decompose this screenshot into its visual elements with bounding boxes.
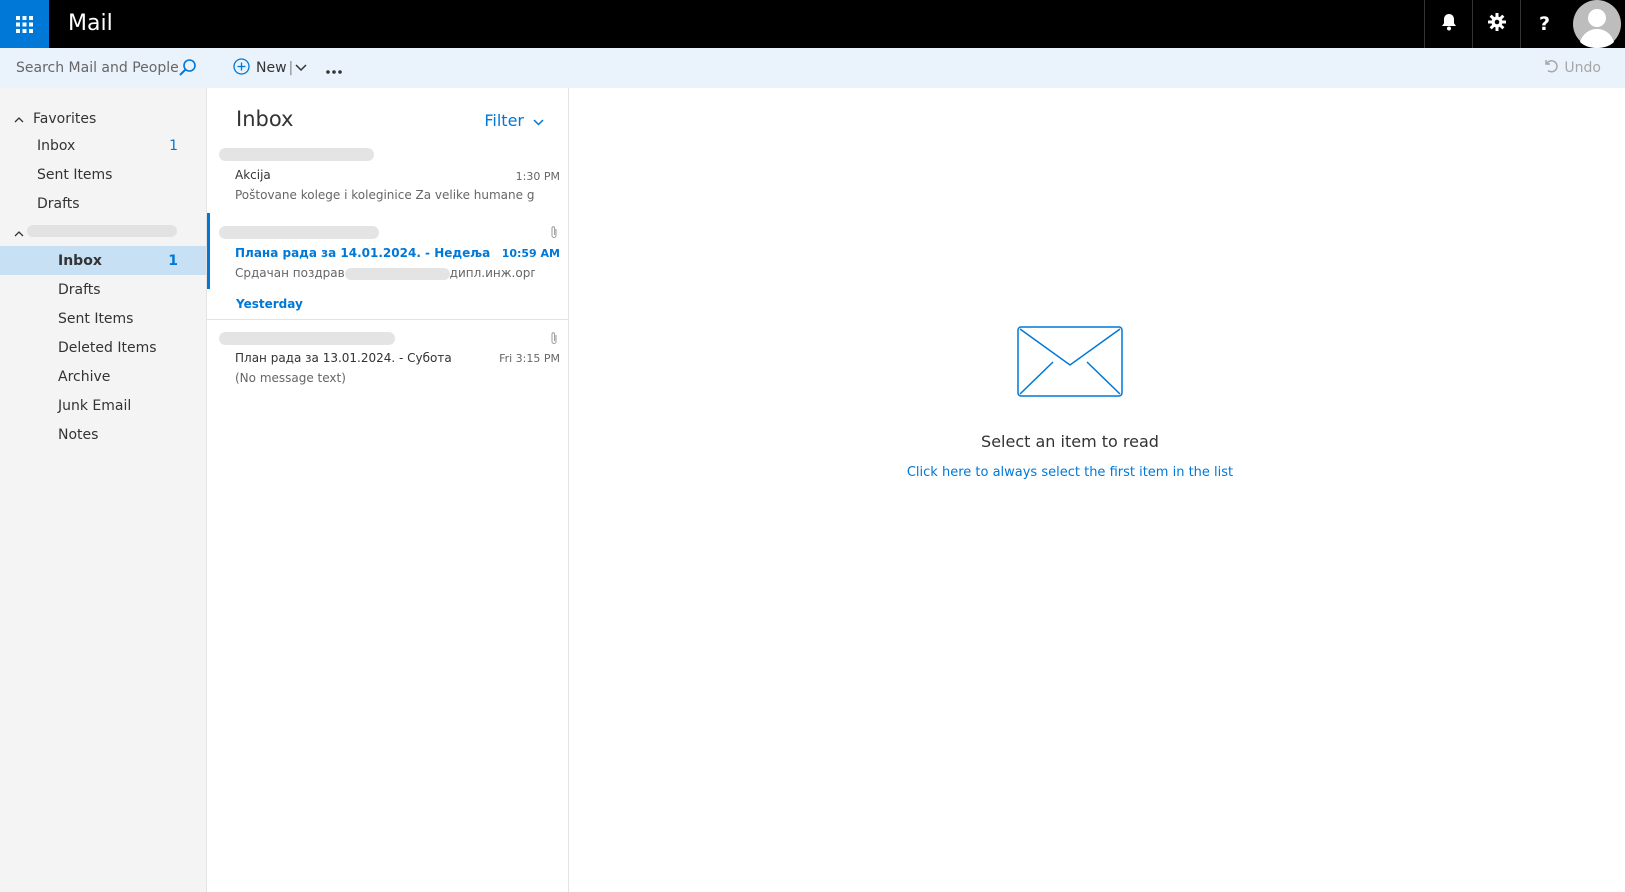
folder-archive[interactable]: Archive	[0, 362, 206, 391]
folder-label: Notes	[58, 426, 99, 443]
new-separator: |	[288, 60, 294, 76]
redacted-sender	[219, 226, 379, 239]
message-subject: Плана рада за 14.01.2024. - Недеља	[235, 246, 491, 260]
redacted-account-name	[27, 225, 177, 237]
message-preview: Срдачан поздрав дипл.инж.орг.на...	[235, 266, 535, 280]
folder-pane: Favorites Inbox 1 Sent Items Drafts Inbo…	[0, 88, 207, 892]
redacted-sender	[219, 148, 374, 161]
new-button-label: New	[256, 60, 287, 76]
folder-inbox[interactable]: Inbox 1	[0, 246, 206, 275]
search-box[interactable]: Search Mail and People	[0, 48, 207, 88]
settings-button[interactable]	[1472, 0, 1520, 48]
folder-notes[interactable]: Notes	[0, 420, 206, 449]
message-time: Fri 3:15 PM	[499, 352, 560, 365]
folder-label: Inbox	[37, 137, 76, 154]
message-subject: План рада за 13.01.2024. - Субота	[235, 351, 452, 365]
message-item[interactable]: Akcija 1:30 PM Poštovane kolege i kolegi…	[207, 146, 568, 210]
redacted-preview	[344, 267, 450, 280]
favorites-header[interactable]: Favorites	[14, 111, 96, 127]
folder-deleted-items[interactable]: Deleted Items	[0, 333, 206, 362]
message-preview: (No message text)	[235, 371, 346, 385]
undo-label: Undo	[1564, 59, 1601, 76]
undo-button[interactable]: Undo	[1543, 58, 1601, 77]
folder-sent-items[interactable]: Sent Items	[0, 304, 206, 333]
reading-pane: Select an item to read Click here to alw…	[570, 88, 1625, 892]
favorite-drafts[interactable]: Drafts	[0, 189, 206, 218]
app-launcher-button[interactable]	[0, 0, 49, 48]
bell-icon	[1441, 13, 1457, 35]
folder-label: Sent Items	[58, 310, 134, 327]
gear-icon	[1487, 13, 1506, 35]
search-icon[interactable]	[178, 58, 197, 81]
chevron-up-icon	[14, 111, 33, 127]
folder-label: Deleted Items	[58, 339, 157, 356]
waffle-icon	[16, 15, 33, 33]
unread-count: 1	[169, 137, 178, 154]
filter-button[interactable]: Filter	[484, 111, 544, 130]
filter-label: Filter	[484, 111, 524, 130]
chevron-down-icon[interactable]	[295, 60, 307, 76]
folder-drafts[interactable]: Drafts	[0, 275, 206, 304]
chevron-down-icon	[524, 111, 544, 130]
folder-junk-email[interactable]: Junk Email	[0, 391, 206, 420]
search-input[interactable]: Search Mail and People	[16, 60, 179, 76]
message-item[interactable]: План рада за 13.01.2024. - Субота Fri 3:…	[207, 328, 568, 392]
unread-count: 1	[168, 252, 178, 269]
group-header-yesterday: Yesterday	[236, 297, 303, 311]
more-actions-button[interactable]	[326, 57, 342, 79]
help-icon: ?	[1538, 13, 1551, 35]
paperclip-icon	[550, 224, 558, 243]
folder-label: Inbox	[58, 252, 102, 269]
redacted-sender	[219, 332, 395, 345]
plus-circle-icon	[233, 57, 250, 79]
folder-label: Drafts	[58, 281, 101, 298]
message-time: 1:30 PM	[515, 170, 560, 183]
paperclip-icon	[550, 330, 558, 349]
ellipsis-icon	[326, 59, 342, 78]
list-title: Inbox	[236, 107, 294, 131]
top-icons: ?	[1424, 0, 1568, 48]
envelope-icon	[1017, 326, 1123, 401]
top-bar: Mail ?	[0, 0, 1625, 48]
message-time: 10:59 AM	[501, 247, 560, 260]
preview-end: дипл.инж.орг.на...	[449, 266, 535, 280]
folder-label: Sent Items	[37, 166, 113, 183]
select-first-item-link[interactable]: Click here to always select the first it…	[570, 465, 1570, 480]
new-message-button[interactable]: New |	[233, 57, 307, 79]
folder-label: Drafts	[37, 195, 80, 212]
message-subject: Akcija	[235, 168, 271, 182]
app-title: Mail	[68, 11, 113, 36]
favorite-sent-items[interactable]: Sent Items	[0, 160, 206, 189]
empty-state-title: Select an item to read	[981, 432, 1159, 451]
avatar[interactable]	[1568, 0, 1625, 48]
selection-indicator	[207, 213, 210, 289]
message-item[interactable]: Плана рада за 14.01.2024. - Недеља 10:59…	[207, 213, 568, 289]
command-bar: Search Mail and People New | Undo	[0, 48, 1625, 88]
preview-start: Срдачан поздрав	[235, 266, 345, 280]
help-button[interactable]: ?	[1520, 0, 1568, 48]
folder-label: Junk Email	[58, 397, 132, 414]
favorite-inbox[interactable]: Inbox 1	[0, 131, 206, 160]
message-list: Inbox Filter Akcija 1:30 PM Poštovane ko…	[207, 88, 569, 892]
undo-icon	[1543, 58, 1564, 77]
message-preview: Poštovane kolege i koleginice Za velike …	[235, 188, 535, 202]
folder-label: Archive	[58, 368, 111, 385]
divider	[207, 319, 568, 320]
notifications-button[interactable]	[1424, 0, 1472, 48]
favorites-label: Favorites	[33, 111, 97, 127]
